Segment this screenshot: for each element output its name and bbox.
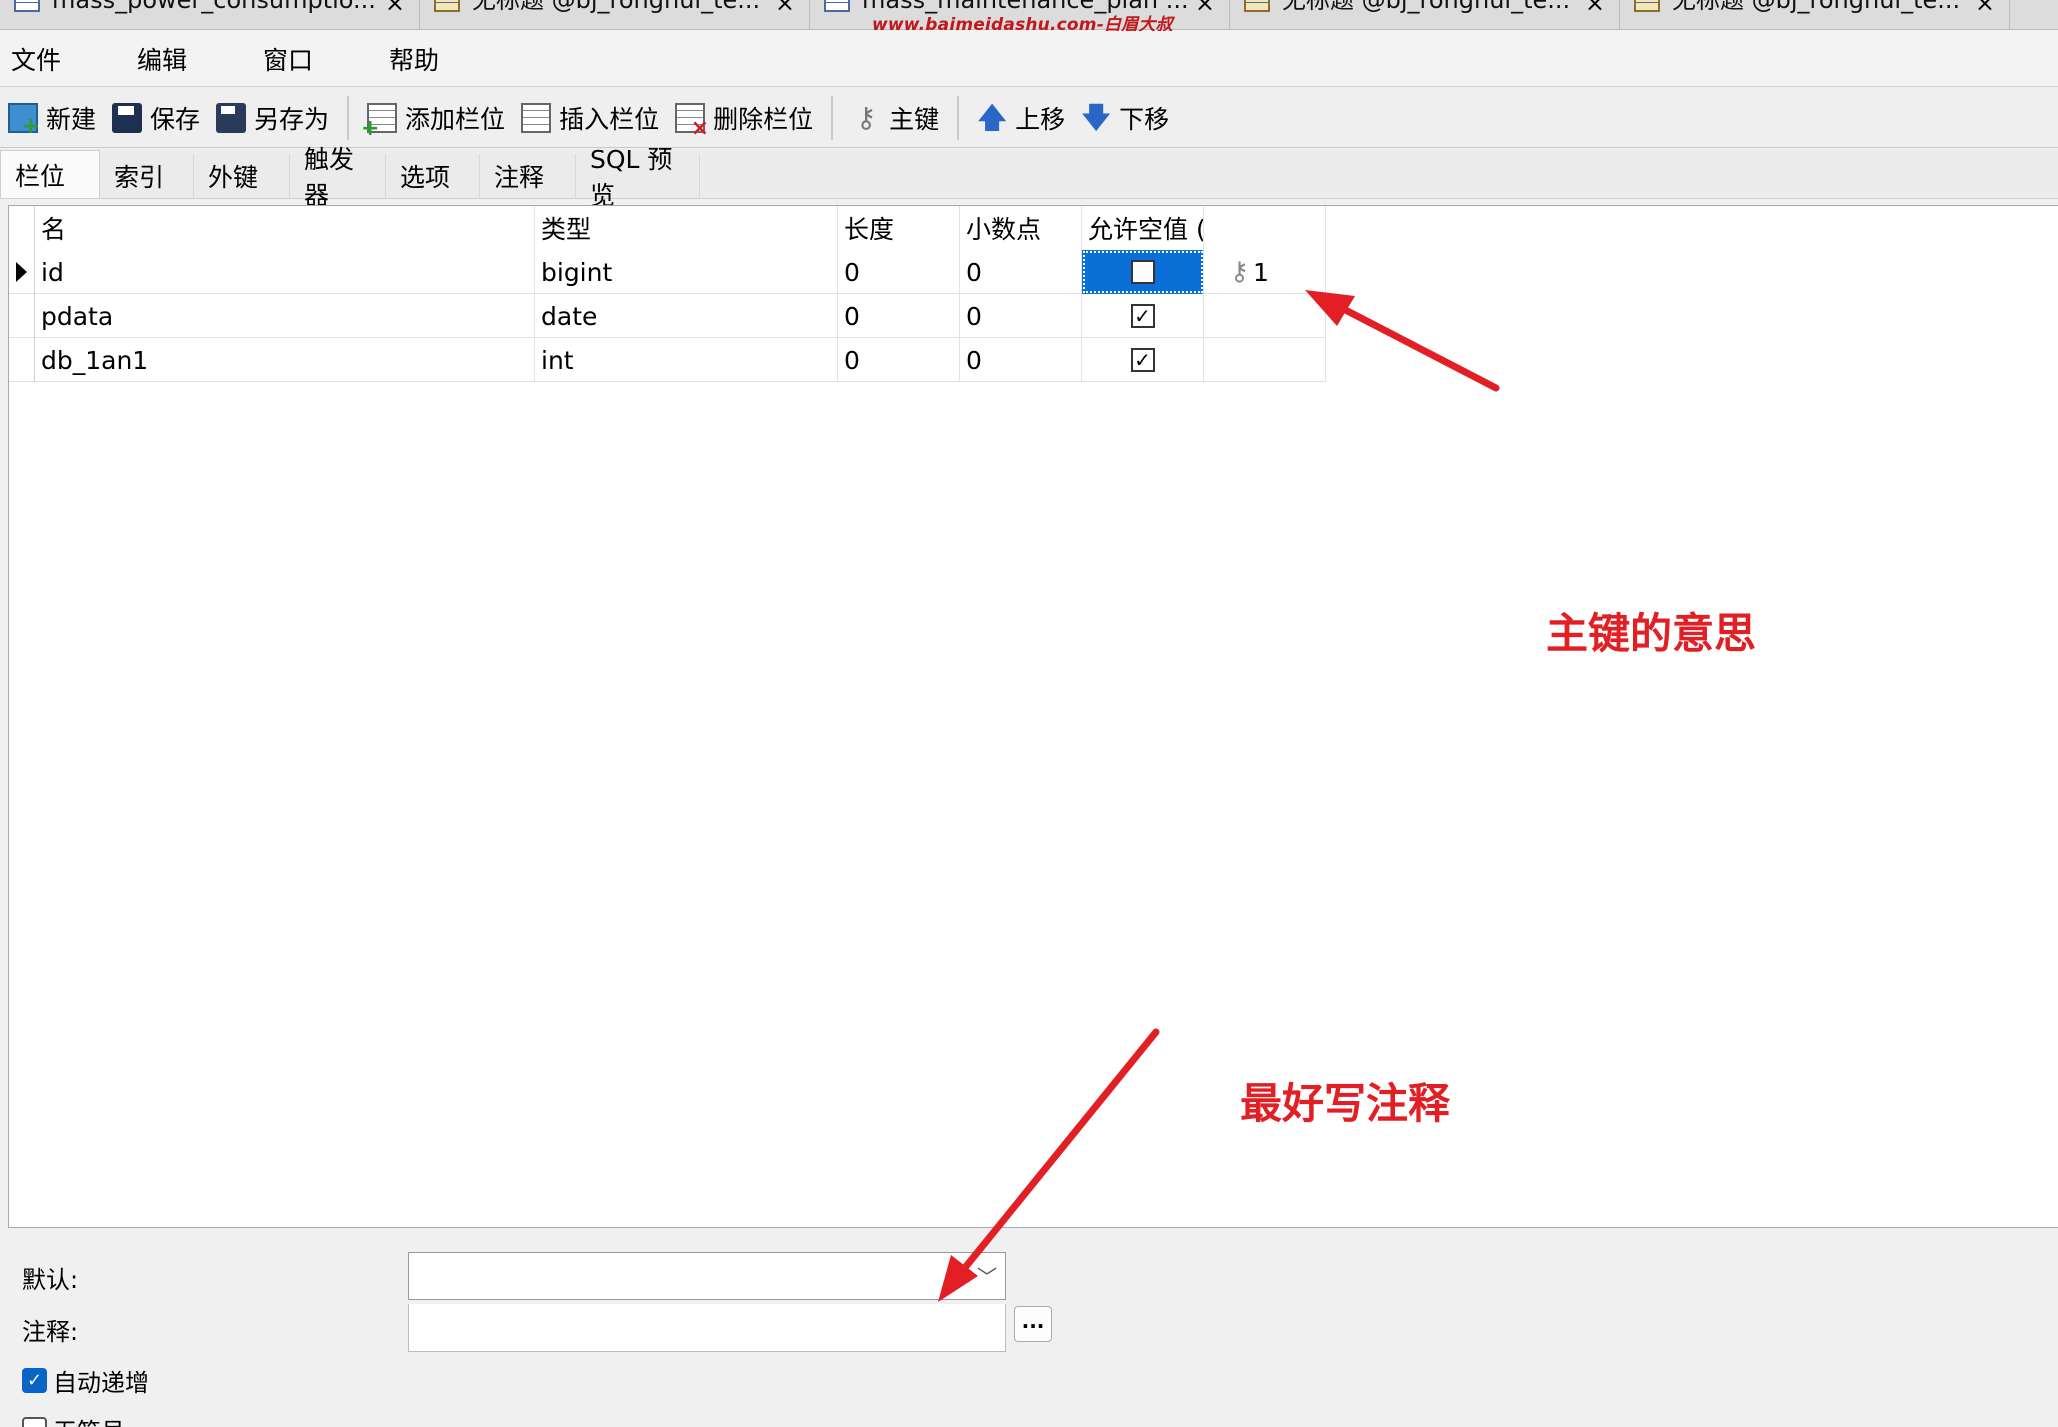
annotation-arrows [938,290,1500,1302]
navicat-table-designer: mass_power_consumptio... × 无标题 @bj_rongh… [0,0,2058,1427]
arrow-to-comment-field [938,1028,1160,1302]
arrow-to-primary-key [1305,290,1500,392]
